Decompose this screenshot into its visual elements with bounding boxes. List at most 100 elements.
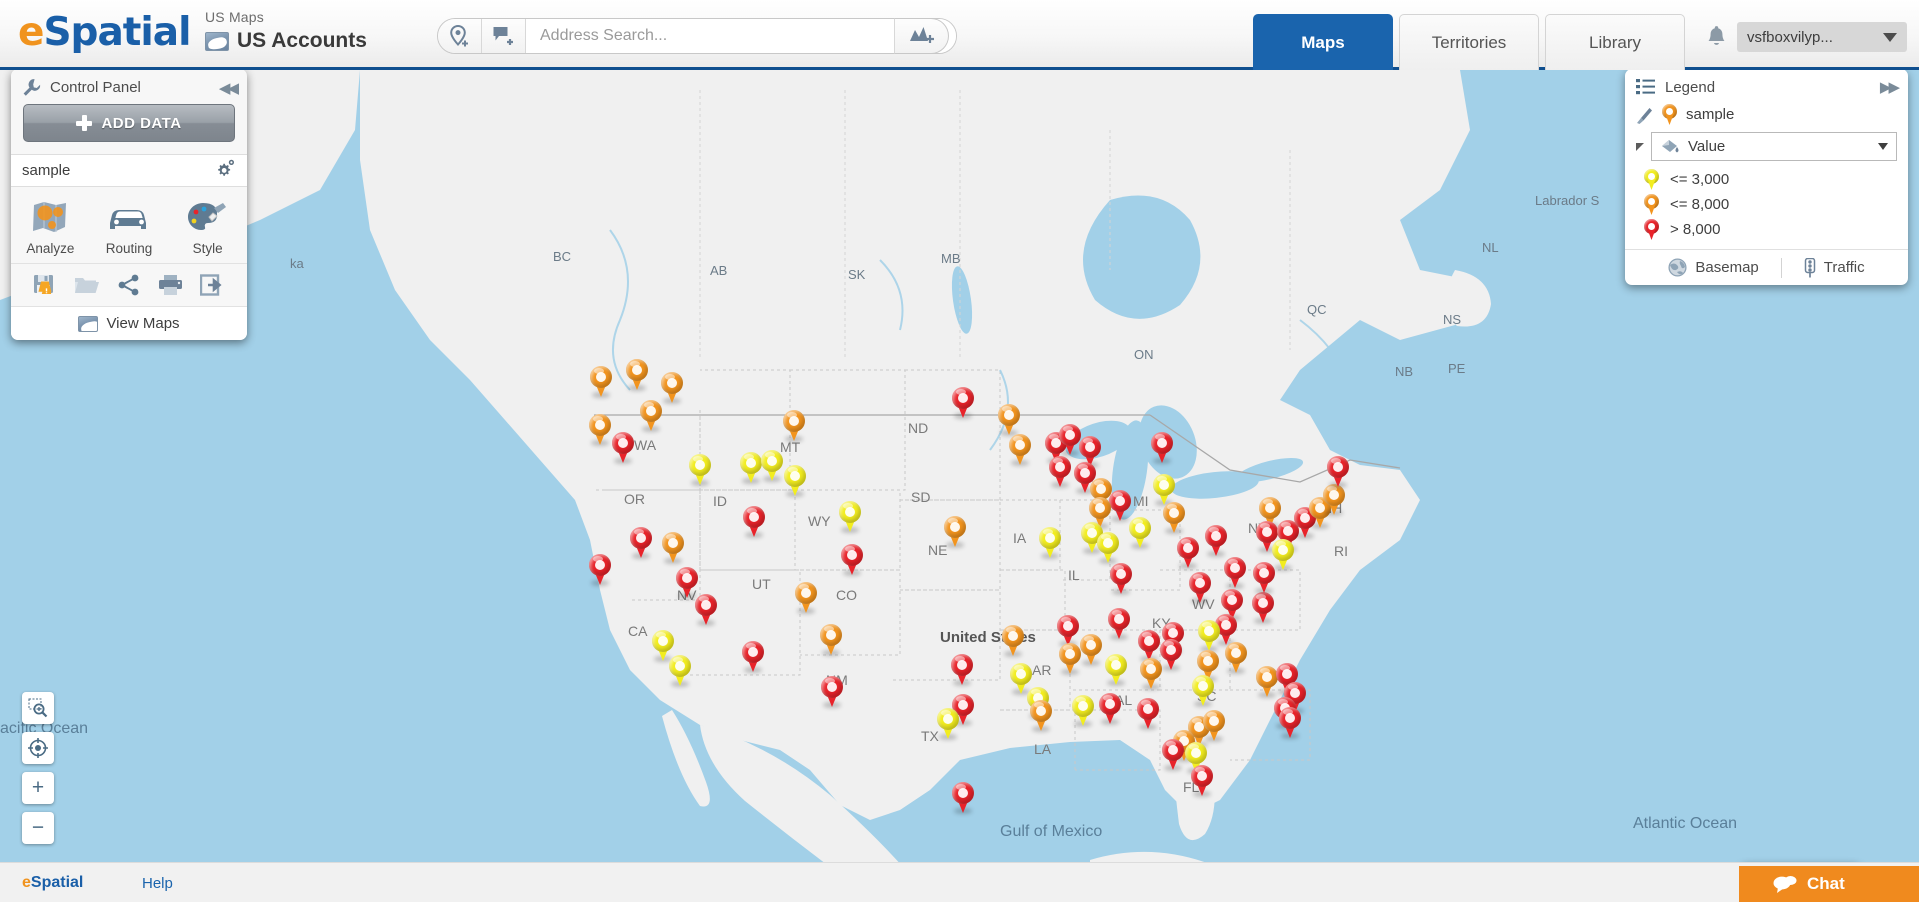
legend-class-row[interactable]: <= 3,000 [1625, 167, 1908, 192]
map-pin[interactable] [952, 782, 974, 814]
map-pin[interactable] [1198, 620, 1220, 652]
map-pin[interactable] [951, 654, 973, 686]
map-pin[interactable] [1253, 562, 1275, 594]
add-data-button[interactable]: ADD DATA [23, 104, 235, 142]
map-pin[interactable] [1109, 490, 1131, 522]
map-pin[interactable] [821, 676, 843, 708]
tab-library[interactable]: Library [1545, 14, 1685, 70]
map-pin[interactable] [1279, 707, 1301, 739]
map-pin[interactable] [661, 372, 683, 404]
tool-style[interactable]: Style [168, 197, 247, 256]
layer-row-sample[interactable]: sample [11, 154, 247, 187]
zoom-out-button[interactable]: − [22, 812, 54, 844]
basemap-button[interactable]: Basemap [1646, 258, 1780, 277]
map-pin[interactable] [820, 624, 842, 656]
print-icon[interactable] [157, 272, 185, 298]
footer-logo[interactable]: eSpatial [22, 874, 83, 892]
map-pin[interactable] [1110, 563, 1132, 595]
map-pin[interactable] [952, 387, 974, 419]
map-pin[interactable] [740, 452, 762, 484]
legend-class-row[interactable]: > 8,000 [1625, 217, 1908, 242]
map-pin[interactable] [1105, 654, 1127, 686]
map-pin[interactable] [689, 454, 711, 486]
map-pin[interactable] [1049, 456, 1071, 488]
map-pin[interactable] [1252, 592, 1274, 624]
locate-me-button[interactable] [22, 732, 54, 764]
map-pin[interactable] [1072, 695, 1094, 727]
map-pin[interactable] [1099, 693, 1121, 725]
map-pin[interactable] [795, 582, 817, 614]
map-pin[interactable] [669, 655, 691, 687]
map-pin[interactable] [1160, 639, 1182, 671]
map-pin[interactable] [1002, 625, 1024, 657]
map-pin[interactable] [1151, 432, 1173, 464]
map-pin[interactable] [761, 450, 783, 482]
map-pin[interactable] [1059, 424, 1081, 456]
map-pin[interactable] [589, 554, 611, 586]
save-icon[interactable] [32, 272, 60, 298]
open-icon[interactable] [73, 272, 101, 298]
espatial-logo[interactable]: eSpatial [18, 10, 191, 55]
map-pin[interactable] [695, 594, 717, 626]
map-pin[interactable] [1272, 539, 1294, 571]
user-account-menu[interactable]: vsfboxvilyp... [1737, 22, 1907, 52]
map-pin[interactable] [1129, 517, 1151, 549]
map-pin[interactable] [1137, 698, 1159, 730]
map-pin[interactable] [662, 532, 684, 564]
map-pin[interactable] [640, 400, 662, 432]
notifications-button[interactable] [1706, 26, 1727, 55]
map-pin[interactable] [783, 410, 805, 442]
tool-analyze[interactable]: Analyze [11, 197, 90, 256]
map-pin[interactable] [1140, 658, 1162, 690]
legend-class-row[interactable]: <= 8,000 [1625, 192, 1908, 217]
map-pin[interactable] [630, 527, 652, 559]
page-title[interactable]: US Accounts [237, 29, 367, 53]
map-pin[interactable] [1097, 532, 1119, 564]
view-maps-button[interactable]: View Maps [11, 306, 247, 340]
map-pin[interactable] [590, 366, 612, 398]
zoom-to-box-button[interactable] [22, 692, 54, 724]
map-pin[interactable] [1203, 710, 1225, 742]
map-pin[interactable] [1256, 666, 1278, 698]
help-link[interactable]: Help [142, 875, 173, 892]
map-pin[interactable] [1162, 739, 1184, 771]
map-pin[interactable] [1191, 765, 1213, 797]
map-pin[interactable] [1108, 608, 1130, 640]
map-pin[interactable] [1057, 615, 1079, 647]
map-pin[interactable] [742, 641, 764, 673]
map-pin[interactable] [1080, 634, 1102, 666]
map-pin[interactable] [1192, 675, 1214, 707]
legend-layer-row[interactable]: sample [1625, 102, 1908, 129]
map-pin[interactable] [1177, 537, 1199, 569]
map-pin[interactable] [1138, 630, 1160, 662]
map-pin[interactable] [676, 567, 698, 599]
map-pin[interactable] [937, 708, 959, 740]
map-pin[interactable] [944, 516, 966, 548]
map-pin[interactable] [1225, 642, 1247, 674]
map-pin[interactable] [1327, 456, 1349, 488]
add-annotation-button[interactable] [482, 19, 526, 53]
map-pin[interactable] [1323, 484, 1345, 516]
map-pin[interactable] [626, 359, 648, 391]
collapse-classes-triangle-icon[interactable] [1636, 142, 1644, 151]
add-pin-button[interactable] [438, 19, 482, 53]
layer-settings-gear-icon[interactable] [215, 159, 236, 183]
map-pin[interactable] [1189, 572, 1211, 604]
map-pin[interactable] [1153, 474, 1175, 506]
tool-routing[interactable]: Routing [90, 197, 169, 256]
add-chart-button[interactable] [894, 18, 949, 54]
map-pin[interactable] [1163, 502, 1185, 534]
map-pin[interactable] [1039, 527, 1061, 559]
map-pin[interactable] [743, 506, 765, 538]
traffic-button[interactable]: Traffic [1782, 257, 1887, 278]
search-input[interactable] [526, 19, 956, 53]
map-pin[interactable] [839, 501, 861, 533]
map-pin[interactable] [998, 404, 1020, 436]
map-pin[interactable] [612, 432, 634, 464]
map-pin[interactable] [1205, 525, 1227, 557]
map-pin[interactable] [784, 465, 806, 497]
chat-button[interactable]: Chat [1739, 866, 1919, 902]
map-pin[interactable] [841, 544, 863, 576]
map-pin[interactable] [1224, 557, 1246, 589]
map-pin[interactable] [1030, 700, 1052, 732]
